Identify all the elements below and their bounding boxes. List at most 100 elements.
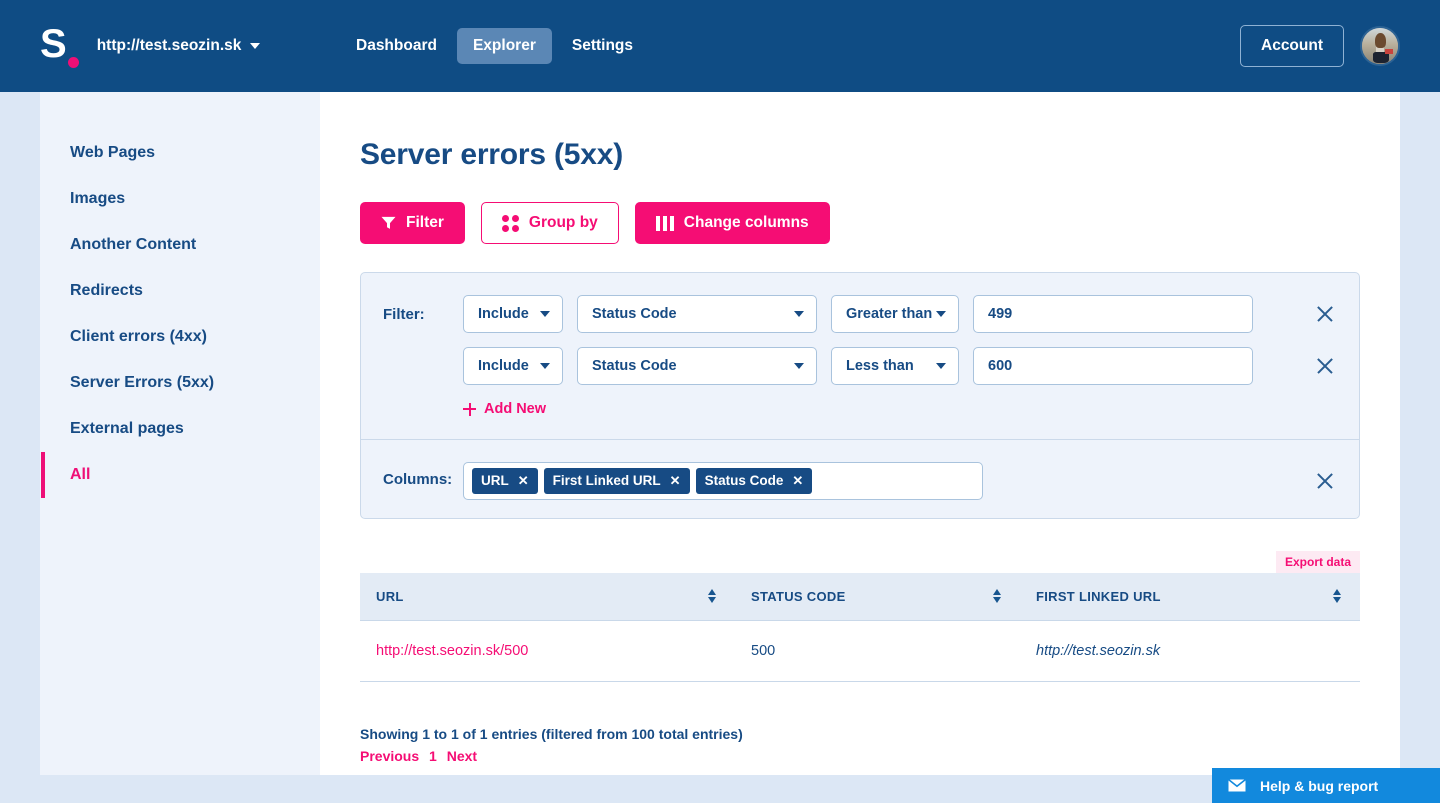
- cell-first-linked-url: http://test.seozin.sk: [1020, 620, 1360, 682]
- columns-section-label: Columns:: [383, 470, 453, 488]
- filter-include-select-2[interactable]: Include: [463, 347, 563, 385]
- sort-first-linked-url-icon[interactable]: [1333, 588, 1342, 604]
- add-new-filter-button[interactable]: Add New: [463, 401, 546, 417]
- columns-row: URL ✕ First Linked URL ✕ Status Code ✕: [463, 461, 1359, 500]
- logo-dot-icon: [67, 57, 79, 68]
- pagination: Previous 1 Next: [360, 748, 1360, 764]
- filter-rows: Include Status Code Greater than Include…: [463, 295, 1359, 421]
- main-content: Server errors (5xx) Filter Group by Chan…: [320, 92, 1400, 775]
- account-zone: Account: [1240, 25, 1440, 67]
- export-data-button[interactable]: Export data: [1275, 550, 1360, 573]
- table-row: http://test.seozin.sk/500 500 http://tes…: [360, 620, 1360, 682]
- avatar-object: [1384, 48, 1393, 54]
- pagination-next[interactable]: Next: [447, 748, 477, 764]
- column-header-first-linked-url-label: FIRST LINKED URL: [1036, 588, 1161, 604]
- change-columns-button[interactable]: Change columns: [634, 202, 830, 244]
- filter-field-select-1[interactable]: Status Code: [577, 295, 817, 333]
- filter-row: Include Status Code Less than: [463, 347, 1359, 385]
- columns-tag-input[interactable]: URL ✕ First Linked URL ✕ Status Code ✕: [463, 461, 983, 500]
- filter-panel: Filter: Include Status Code Greater than…: [360, 272, 1360, 519]
- sidebar: Web Pages Images Another Content Redirec…: [40, 92, 320, 775]
- results-table: URL STATUS CODE FIRST LINKED URL http://…: [360, 572, 1360, 682]
- table-header-row: URL STATUS CODE FIRST LINKED URL: [360, 572, 1360, 621]
- envelope-icon: [1228, 779, 1246, 792]
- filter-section: Filter: Include Status Code Greater than…: [361, 273, 1359, 439]
- group-by-button[interactable]: Group by: [480, 202, 619, 244]
- column-header-status-code-label: STATUS CODE: [751, 588, 846, 604]
- column-tag[interactable]: First Linked URL ✕: [543, 467, 690, 494]
- app-root: S http://test.seozin.sk Dashboard Explor…: [0, 0, 1440, 803]
- clear-columns-icon[interactable]: [1315, 471, 1335, 491]
- remove-filter-row-2-icon[interactable]: [1315, 356, 1335, 376]
- top-header: S http://test.seozin.sk Dashboard Explor…: [0, 0, 1440, 92]
- brand-zone: S http://test.seozin.sk: [0, 0, 320, 92]
- filter-row: Include Status Code Greater than: [463, 295, 1359, 333]
- columns-body: URL ✕ First Linked URL ✕ Status Code ✕: [463, 461, 1359, 500]
- sort-url-icon[interactable]: [708, 588, 717, 604]
- add-new-filter-label: Add New: [484, 401, 547, 417]
- cell-status-code: 500: [735, 620, 1020, 682]
- avatar[interactable]: [1360, 26, 1400, 66]
- sidebar-item-another-content[interactable]: Another Content: [40, 222, 320, 268]
- column-header-url[interactable]: URL: [360, 572, 735, 621]
- site-url-label: http://test.seozin.sk: [96, 37, 242, 54]
- nav-item-dashboard[interactable]: Dashboard: [340, 28, 453, 64]
- plus-icon: [463, 402, 476, 416]
- funnel-icon: [381, 216, 396, 229]
- logo-letter: S: [40, 22, 67, 66]
- pagination-page-1[interactable]: 1: [429, 748, 437, 764]
- filter-button-label: Filter: [406, 214, 444, 231]
- page-title: Server errors (5xx): [360, 138, 624, 171]
- column-tag[interactable]: Status Code ✕: [695, 467, 813, 494]
- column-header-first-linked-url[interactable]: FIRST LINKED URL: [1020, 572, 1360, 621]
- filter-value-input-1[interactable]: [973, 295, 1253, 333]
- filter-button[interactable]: Filter: [360, 202, 465, 244]
- pagination-previous[interactable]: Previous: [360, 748, 419, 764]
- site-selector[interactable]: http://test.seozin.sk: [97, 37, 261, 55]
- sidebar-item-server-errors[interactable]: Server Errors (5xx): [40, 360, 320, 406]
- sidebar-list: Web Pages Images Another Content Redirec…: [40, 92, 320, 498]
- change-columns-button-label: Change columns: [683, 214, 809, 231]
- group-by-button-label: Group by: [528, 214, 598, 231]
- sidebar-item-redirects[interactable]: Redirects: [40, 268, 320, 314]
- filter-operator-select-1[interactable]: Greater than: [831, 295, 959, 333]
- column-header-url-label: URL: [376, 588, 404, 604]
- help-bug-report-button[interactable]: Help & bug report: [1212, 768, 1440, 803]
- nav-item-settings[interactable]: Settings: [556, 28, 649, 64]
- nav-item-explorer[interactable]: Explorer: [456, 28, 552, 64]
- account-button[interactable]: Account: [1240, 25, 1344, 67]
- grid-dots-icon: [501, 214, 519, 232]
- cell-url: http://test.seozin.sk/500: [360, 620, 735, 682]
- filter-field-select-2[interactable]: Status Code: [577, 347, 817, 385]
- columns-bars-icon: [655, 215, 674, 231]
- sort-status-code-icon[interactable]: [993, 588, 1002, 604]
- logo[interactable]: S: [40, 22, 79, 68]
- sidebar-item-external-pages[interactable]: External pages: [40, 406, 320, 452]
- avatar-hair: [1374, 33, 1386, 49]
- column-tag-label: Status Code: [704, 473, 784, 488]
- sidebar-item-client-errors[interactable]: Client errors (4xx): [40, 314, 320, 360]
- filter-value-input-2[interactable]: [973, 347, 1253, 385]
- remove-column-tag-icon[interactable]: ✕: [518, 474, 529, 487]
- remove-column-tag-icon[interactable]: ✕: [670, 474, 681, 487]
- chevron-down-icon: [250, 43, 261, 49]
- columns-section: Columns: URL ✕ First Linked URL ✕ Status…: [361, 438, 1359, 518]
- filter-include-select-1[interactable]: Include: [463, 295, 563, 333]
- results-table-container: Export data URL STATUS CODE FIRST LINKED…: [360, 550, 1360, 764]
- filter-section-label: Filter:: [383, 306, 425, 323]
- remove-filter-row-1-icon[interactable]: [1315, 304, 1335, 324]
- toolbar: Filter Group by Change columns: [360, 202, 1360, 244]
- sidebar-item-images[interactable]: Images: [40, 176, 320, 222]
- remove-column-tag-icon[interactable]: ✕: [792, 474, 803, 487]
- sidebar-item-web-pages[interactable]: Web Pages: [40, 130, 320, 176]
- table-summary: Showing 1 to 1 of 1 entries (filtered fr…: [360, 725, 743, 742]
- sidebar-item-all[interactable]: All: [40, 452, 320, 498]
- column-header-status-code[interactable]: STATUS CODE: [735, 572, 1020, 621]
- column-tag[interactable]: URL ✕: [472, 467, 538, 494]
- filter-operator-select-2[interactable]: Less than: [831, 347, 959, 385]
- row-url-link[interactable]: http://test.seozin.sk/500: [376, 643, 528, 659]
- column-tag-label: URL: [481, 473, 509, 488]
- help-bug-report-label: Help & bug report: [1260, 777, 1379, 794]
- main-nav: Dashboard Explorer Settings: [340, 28, 649, 64]
- column-tag-label: First Linked URL: [552, 473, 661, 488]
